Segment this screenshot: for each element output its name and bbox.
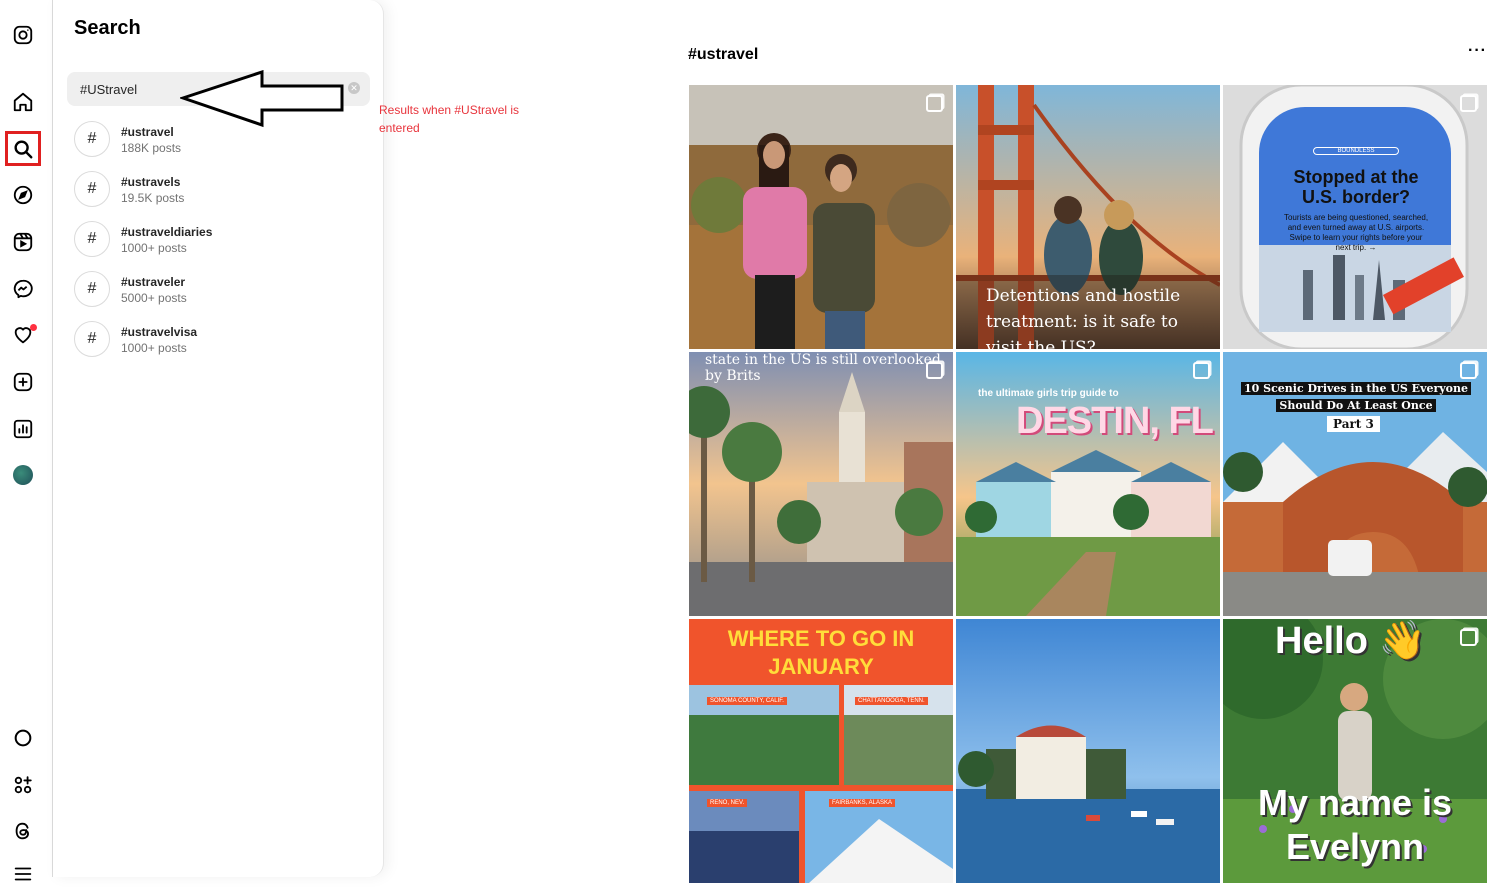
post-headline: DESTIN, FL	[1016, 400, 1214, 442]
dashboard-icon[interactable]	[9, 415, 37, 443]
post-caption-overlay: My name is Evelynn	[1223, 781, 1487, 869]
greeting-text: Hello	[1275, 620, 1368, 662]
threads-circle-icon[interactable]	[9, 724, 37, 752]
post-body-text: Tourists are being questioned, searched,…	[1283, 213, 1429, 252]
hashtag-icon: #	[74, 171, 110, 207]
caption-line-2: Evelynn	[1285, 826, 1425, 867]
multiple-photos-icon	[926, 362, 943, 379]
multiple-photos-icon	[1193, 362, 1210, 379]
post-headline: 10 Scenic Drives in the US Everyone Shou…	[1239, 380, 1473, 414]
post-tile[interactable]: 10 Scenic Drives in the US Everyone Shou…	[1223, 352, 1487, 616]
hashtag-page-title: #ustravel	[688, 46, 759, 63]
result-hashtag-name: #ustravelvisa	[121, 325, 198, 339]
post-part-label: Part 3	[1327, 416, 1380, 432]
result-post-count: 1000+ posts	[121, 241, 187, 255]
place-label: FAIRBANKS, ALASKA	[829, 799, 896, 807]
annotation-arrow-icon	[180, 70, 344, 128]
threads-icon[interactable]	[9, 817, 37, 845]
hashtag-icon: #	[74, 271, 110, 307]
annotation-note: Results when #UStravel is entered	[379, 103, 520, 135]
place-label: RENO, NEV.	[707, 799, 748, 807]
post-tile[interactable]: BOUNDLESS Stopped at the U.S. border? To…	[1223, 85, 1487, 349]
place-label: CHATTANOOGA, TENN.	[855, 697, 928, 705]
post-caption-overlay: state in the US is still overlooked by B…	[705, 352, 941, 384]
home-icon[interactable]	[9, 88, 37, 116]
notification-dot	[30, 324, 37, 331]
post-headline: WHERE TO GO IN JANUARY	[727, 626, 915, 679]
profile-avatar[interactable]	[13, 465, 33, 485]
headline-line-2: Should Do At Least Once	[1276, 399, 1436, 412]
more-apps-icon[interactable]	[9, 771, 37, 799]
result-hashtag-name: #ustraveler	[121, 275, 186, 289]
search-query-text: #UStravel	[80, 82, 138, 97]
brand-badge: BOUNDLESS	[1313, 147, 1399, 155]
post-subheading: the ultimate girls trip guide to	[978, 388, 1119, 399]
result-post-count: 19.5K posts	[121, 191, 185, 205]
explore-icon[interactable]	[9, 181, 37, 209]
hashtag-icon: #	[74, 121, 110, 157]
post-tile[interactable]: the ultimate girls trip guide to DESTIN,…	[956, 352, 1220, 616]
post-headline: Stopped at the U.S. border?	[1293, 167, 1419, 207]
hashtag-icon: #	[74, 321, 110, 357]
caption-line-1: My name is	[1257, 782, 1453, 823]
result-hashtag-name: #ustravel	[121, 125, 174, 139]
result-post-count: 5000+ posts	[121, 291, 187, 305]
post-caption-overlay: Detentions and hostile treatment: is it …	[986, 286, 1181, 349]
search-panel: Search #UStravel ✕ # #ustravel 188K post…	[53, 0, 384, 877]
post-image	[689, 352, 953, 616]
result-post-count: 1000+ posts	[121, 341, 187, 355]
post-tile[interactable]: Hello 👋 My name is Evelynn	[1223, 619, 1487, 883]
hashtag-icon: #	[74, 221, 110, 257]
multiple-photos-icon	[1460, 95, 1477, 112]
post-image	[956, 619, 1220, 883]
more-options-icon[interactable]: ···	[1468, 42, 1487, 60]
search-result-item[interactable]: # #ustravels 19.5K posts	[74, 171, 364, 211]
post-tile[interactable]: Detentions and hostile treatment: is it …	[956, 85, 1220, 349]
post-headline: Hello 👋	[1275, 619, 1426, 663]
search-result-item[interactable]: # #ustraveler 5000+ posts	[74, 271, 364, 311]
result-hashtag-name: #ustraveldiaries	[121, 225, 213, 239]
clear-search-icon[interactable]: ✕	[348, 82, 360, 94]
search-panel-title: Search	[74, 17, 141, 39]
instagram-logo-icon[interactable]	[9, 21, 37, 49]
post-tile[interactable]: WHERE TO GO IN JANUARY SONOMA COUNTY, CA…	[689, 619, 953, 883]
result-hashtag-name: #ustravels	[121, 175, 181, 189]
create-icon[interactable]	[9, 368, 37, 396]
place-label: SONOMA COUNTY, CALIF.	[707, 697, 787, 705]
post-image	[689, 85, 953, 349]
multiple-photos-icon	[1460, 362, 1477, 379]
post-tile[interactable]: state in the US is still overlooked by B…	[689, 352, 953, 616]
search-result-item[interactable]: # #ustravelvisa 1000+ posts	[74, 321, 364, 361]
messenger-icon[interactable]	[9, 275, 37, 303]
multiple-photos-icon	[1460, 629, 1477, 646]
reels-icon[interactable]	[9, 228, 37, 256]
nav-rail	[0, 0, 53, 881]
post-grid: Detentions and hostile treatment: is it …	[689, 85, 1489, 883]
result-post-count: 188K posts	[121, 141, 182, 155]
menu-icon[interactable]	[9, 860, 37, 888]
post-tile[interactable]	[956, 619, 1220, 883]
search-result-item[interactable]: # #ustraveldiaries 1000+ posts	[74, 221, 364, 261]
headline-line-1: 10 Scenic Drives in the US Everyone	[1241, 382, 1471, 395]
wave-emoji-icon: 👋	[1378, 620, 1426, 662]
post-tile[interactable]	[689, 85, 953, 349]
search-icon[interactable]	[9, 135, 37, 163]
multiple-photos-icon	[926, 95, 943, 112]
